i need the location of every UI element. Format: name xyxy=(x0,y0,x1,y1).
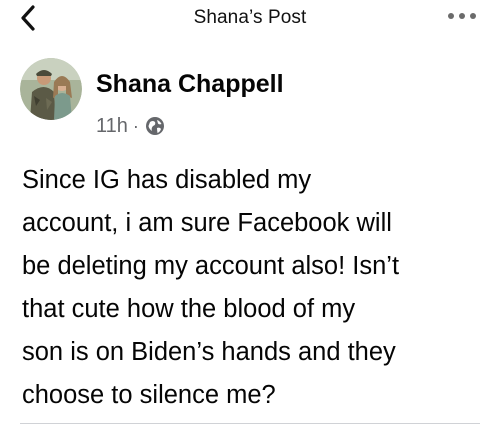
more-options-button[interactable] xyxy=(442,6,482,26)
post-text: Since IG has disabled my account, i am s… xyxy=(22,166,400,409)
divider xyxy=(20,423,480,424)
author-name[interactable]: Shana Chappell xyxy=(96,70,284,99)
more-options-icon xyxy=(447,12,477,20)
post-timestamp[interactable]: 11h xyxy=(96,115,128,138)
top-bar: Shana’s Post xyxy=(0,0,500,38)
meta-separator: · xyxy=(132,115,139,136)
globe-icon xyxy=(145,116,165,136)
page-title: Shana’s Post xyxy=(193,7,307,28)
post-meta: 11h · xyxy=(96,114,165,138)
avatar[interactable] xyxy=(20,58,82,120)
